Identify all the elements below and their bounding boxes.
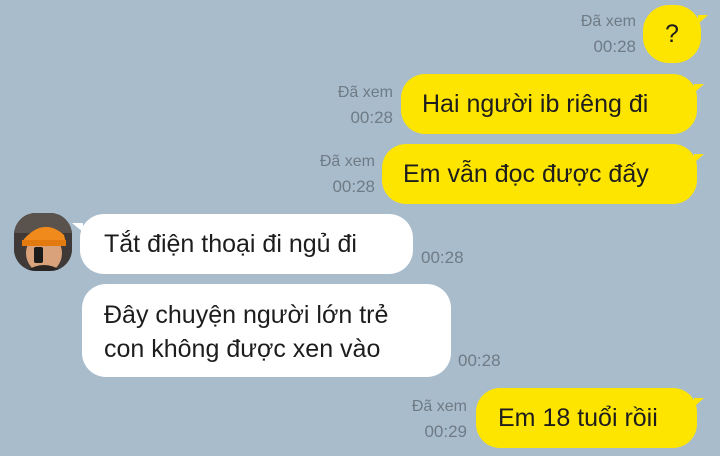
- message-time: 00:28: [458, 351, 501, 370]
- my-message-bubble[interactable]: Hai người ib riêng đi: [401, 74, 704, 134]
- read-receipt: Đã xem: [580, 13, 636, 30]
- read-receipt: Đã xem: [337, 84, 393, 101]
- message-text: Hai người ib riêng đi: [422, 90, 649, 118]
- contact-avatar-photo: [14, 213, 72, 271]
- message-text-line-1: Đây chuyện người lớn trẻ: [104, 301, 389, 329]
- read-receipt: Đã xem: [319, 153, 375, 170]
- message-time: 00:29: [424, 422, 467, 441]
- my-message-bubble[interactable]: Em 18 tuổi rồii: [476, 388, 704, 448]
- message-text-line-2: con không được xen vào: [104, 335, 381, 363]
- message-meta: Đã xem 00:28: [320, 152, 375, 198]
- chat-thread[interactable]: Đã xem 00:28 ? Đã xem 00:28 Hai người ib…: [0, 0, 720, 456]
- read-receipt: Đã xem: [411, 398, 467, 415]
- message-time: 00:28: [350, 108, 393, 127]
- message-time: 00:28: [421, 248, 464, 267]
- message-text: Tắt điện thoại đi ngủ đi: [104, 230, 357, 258]
- message-time: 00:28: [593, 37, 636, 56]
- message-text: Em 18 tuổi rồii: [498, 404, 658, 432]
- their-message-bubble[interactable]: Tắt điện thoại đi ngủ đi: [72, 214, 413, 274]
- message-time: 00:28: [332, 177, 375, 196]
- message-text: ?: [665, 20, 679, 48]
- message-meta: Đã xem 00:29: [412, 397, 467, 443]
- message-text: Em vẫn đọc được đấy: [403, 160, 649, 188]
- my-message-bubble[interactable]: Em vẫn đọc được đấy: [382, 144, 704, 204]
- message-meta: Đã xem 00:28: [581, 12, 636, 58]
- my-message-bubble[interactable]: ?: [643, 5, 708, 63]
- contact-avatar[interactable]: [14, 213, 72, 271]
- their-message-bubble[interactable]: Đây chuyện người lớn trẻ con không được …: [82, 284, 451, 377]
- message-meta: Đã xem 00:28: [338, 83, 393, 129]
